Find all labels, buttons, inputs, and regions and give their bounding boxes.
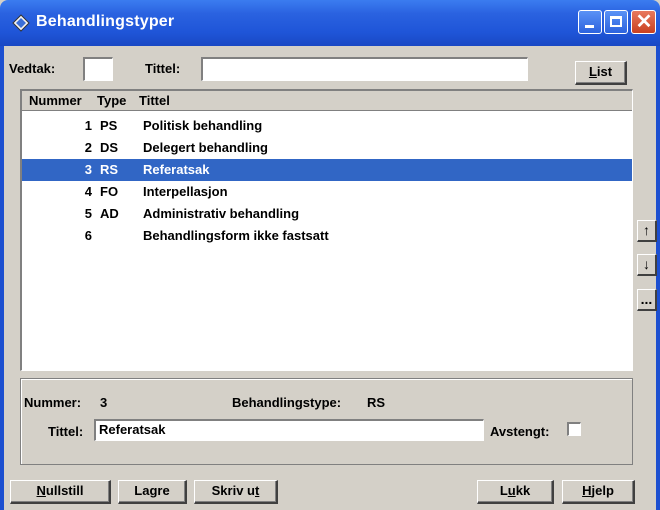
- row-type: AD: [100, 206, 119, 221]
- title-bar[interactable]: Behandlingstyper ✕: [0, 0, 660, 46]
- minimize-button[interactable]: [578, 10, 602, 34]
- nullstill-accel: N: [36, 483, 46, 498]
- ellipsis-icon: ...: [640, 291, 653, 307]
- nummer-value: 3: [100, 395, 108, 410]
- list-button[interactable]: List: [575, 61, 627, 85]
- list-row[interactable]: 1 PS Politisk behandling: [22, 115, 632, 137]
- list-row[interactable]: 3 RS Referatsak: [22, 159, 632, 181]
- header-number[interactable]: Nummer: [29, 93, 82, 108]
- arrow-up-icon: ↑: [643, 222, 650, 238]
- behandlingstype-label: Behandlingstype:: [232, 395, 342, 410]
- tittel-label: Tittel:: [48, 424, 84, 439]
- tittel-search-label: Tittel:: [145, 61, 181, 76]
- more-button[interactable]: ...: [637, 289, 657, 311]
- header-type[interactable]: Type: [97, 93, 126, 108]
- lukk-label-post: kk: [515, 483, 531, 498]
- maximize-icon: [610, 16, 622, 27]
- lagre-button[interactable]: Lagre: [118, 480, 187, 504]
- hjelp-label: jelp: [591, 483, 614, 498]
- nullstill-button[interactable]: Nullstill: [10, 480, 111, 504]
- row-title: Referatsak: [143, 162, 210, 177]
- row-title: Politisk behandling: [143, 118, 263, 133]
- window-frame-left: [0, 46, 4, 510]
- tittel-field[interactable]: Referatsak: [94, 419, 484, 441]
- row-type: DS: [100, 140, 119, 155]
- nummer-label: Nummer:: [24, 395, 82, 410]
- avstengt-label: Avstengt:: [490, 424, 550, 439]
- behandlingstyper-list[interactable]: Nummer Type Tittel 1 PS Politisk behandlin…: [20, 89, 633, 371]
- window-frame-right: [656, 46, 660, 510]
- avstengt-checkbox[interactable]: [567, 422, 581, 436]
- behandlingstype-value: RS: [367, 395, 386, 410]
- move-up-button[interactable]: ↑: [637, 220, 657, 242]
- row-type: PS: [100, 118, 118, 133]
- close-button[interactable]: ✕: [631, 10, 656, 34]
- row-number: 2: [84, 140, 92, 155]
- list-row[interactable]: 5 AD Administrativ behandling: [22, 203, 632, 225]
- vedtak-field[interactable]: [83, 57, 113, 81]
- row-number: 4: [84, 184, 92, 199]
- row-title: Behandlingsform ikke fastsatt: [143, 228, 329, 243]
- list-header: Nummer Type Tittel: [22, 91, 632, 111]
- minimize-icon: [585, 25, 594, 28]
- lukk-button[interactable]: Lukk: [477, 480, 554, 504]
- list-button-accel: L: [588, 64, 597, 79]
- arrow-down-icon: ↓: [643, 256, 650, 272]
- row-number: 5: [84, 206, 92, 221]
- row-number: 1: [84, 118, 92, 133]
- lukk-accel: u: [507, 483, 516, 498]
- tittel-search-field[interactable]: [201, 57, 528, 81]
- lukk-label-pre: L: [499, 483, 508, 498]
- hjelp-button[interactable]: Hjelp: [562, 480, 635, 504]
- row-title: Interpellasjon: [143, 184, 228, 199]
- vedtak-label: Vedtak:: [9, 61, 56, 76]
- skriv-ut-accel: t: [255, 483, 260, 498]
- window-title: Behandlingstyper: [36, 13, 175, 30]
- row-type: RS: [100, 162, 119, 177]
- list-button-label: ist: [596, 64, 613, 79]
- skriv-ut-button[interactable]: Skriv ut: [194, 480, 278, 504]
- list-row[interactable]: 2 DS Delegert behandling: [22, 137, 632, 159]
- nullstill-label: ullstill: [45, 483, 84, 498]
- maximize-button[interactable]: [604, 10, 628, 34]
- row-number: 3: [84, 162, 92, 177]
- skriv-ut-label: Skriv u: [211, 483, 255, 498]
- list-row[interactable]: 4 FO Interpellasjon: [22, 181, 632, 203]
- close-icon: ✕: [635, 11, 653, 33]
- list-row[interactable]: 6 Behandlingsform ikke fastsatt: [22, 225, 632, 247]
- header-title[interactable]: Tittel: [139, 93, 170, 108]
- app-icon: [12, 14, 30, 32]
- move-down-button[interactable]: ↓: [637, 254, 657, 276]
- row-title: Delegert behandling: [143, 140, 268, 155]
- row-type: FO: [100, 184, 119, 199]
- row-title: Administrativ behandling: [143, 206, 300, 221]
- lagre-label: Lagre: [134, 483, 170, 498]
- row-number: 6: [84, 228, 92, 243]
